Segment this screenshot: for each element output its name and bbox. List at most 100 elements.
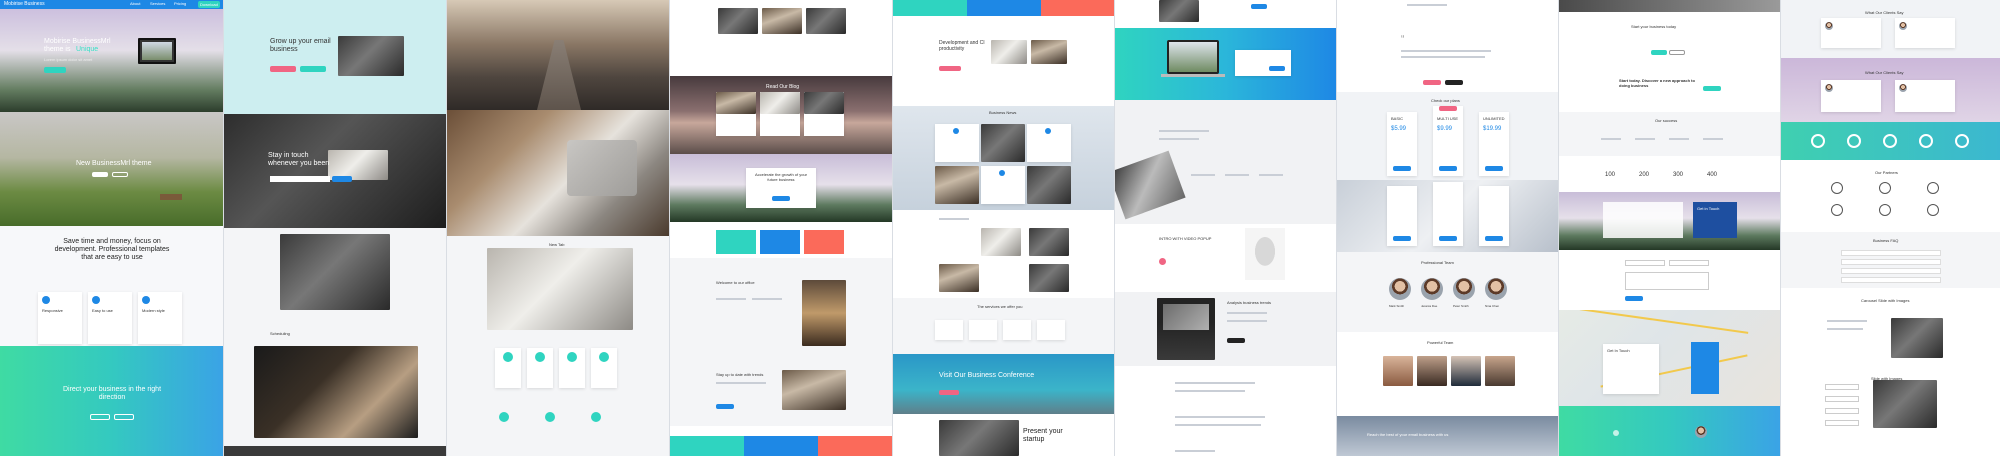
tab-card-1[interactable]	[716, 230, 756, 254]
stay-submit-button[interactable]	[332, 176, 352, 182]
desk-line-4	[1225, 174, 1249, 176]
count-value-3: 300	[1673, 172, 1684, 178]
template-preview-6[interactable]: INTRO WITH VIDEO POPUP Analysis business…	[1115, 0, 1337, 456]
template-preview-5[interactable]: Development and CI productivity Business…	[893, 0, 1115, 456]
bottom-tab-2[interactable]	[744, 436, 818, 456]
start-button[interactable]	[1703, 86, 1721, 91]
conference-button[interactable]	[939, 390, 959, 395]
cta-button-1[interactable]	[90, 414, 110, 420]
top-button[interactable]	[1251, 4, 1267, 9]
clients-title-1: What Our Clients Say	[1865, 10, 1904, 15]
stay-up-button[interactable]	[716, 404, 734, 409]
cta-section: Direct your business in the right direct…	[0, 346, 223, 456]
card-icon-2	[535, 352, 545, 362]
analysis-button[interactable]	[1227, 338, 1245, 343]
desk-line-1	[1159, 130, 1209, 132]
top-tab-1[interactable]	[893, 0, 967, 16]
template-preview-4[interactable]: Read Our Blog Accelerate the growth of y…	[670, 0, 893, 456]
form-input-1[interactable]	[1625, 260, 1665, 266]
menu-item-about[interactable]: About	[130, 1, 140, 6]
blog-card-image-3	[804, 92, 844, 114]
faq-item-4[interactable]	[1841, 277, 1941, 283]
faq-item-2[interactable]	[1841, 259, 1941, 265]
feature-icon-1	[42, 296, 50, 304]
bottom-tab-1[interactable]	[670, 436, 744, 456]
laptop-image	[138, 38, 176, 64]
form-textarea[interactable]	[1625, 272, 1709, 290]
cta-box-text: Start your business today	[1631, 24, 1677, 29]
template-preview-2[interactable]: Grow up your email business Stay in touc…	[224, 0, 447, 456]
carousel-tab-4[interactable]	[1825, 420, 1859, 426]
carousel-tab-3[interactable]	[1825, 408, 1859, 414]
faq-item-1[interactable]	[1841, 250, 1941, 256]
new-theme-button-2[interactable]	[112, 172, 128, 177]
testimonial-button-2[interactable]	[1445, 80, 1463, 85]
service-card-1	[935, 320, 963, 340]
menu-item-services[interactable]: Services	[150, 1, 165, 6]
grow-button-1[interactable]	[270, 66, 296, 72]
cta-box-button-1[interactable]	[1651, 50, 1667, 55]
plan-button-6[interactable]	[1485, 236, 1503, 241]
text-section	[1115, 366, 1336, 456]
partner-logo-6	[1927, 204, 1939, 216]
form-submit-button[interactable]	[1625, 296, 1643, 301]
top-tab-3[interactable]	[1041, 0, 1114, 16]
blog-section: Read Our Blog	[670, 76, 892, 154]
cta-box-section: Start your business today	[1559, 12, 1780, 68]
price-card-1: BASIC $5.99	[1387, 112, 1417, 176]
start-section: Start today. Discover a new approach to …	[1559, 68, 1780, 112]
pricing-title: Check our plans	[1431, 98, 1460, 103]
cta-button-2[interactable]	[114, 414, 134, 420]
template-preview-8[interactable]: Start your business today Start today. D…	[1559, 0, 1781, 456]
form-input-2[interactable]	[1669, 260, 1709, 266]
price-card-6	[1479, 186, 1509, 246]
stay-email-input[interactable]	[270, 176, 330, 182]
plan-button-5[interactable]	[1439, 236, 1457, 241]
cta-box-button-2[interactable]	[1669, 50, 1685, 55]
top-tab-2[interactable]	[967, 0, 1041, 16]
dev-thumb-2	[1031, 40, 1067, 64]
service-card-3	[1003, 320, 1031, 340]
welcome-section: Welcome to our office	[670, 258, 892, 350]
grow-image	[338, 36, 404, 76]
bottom-tab-3[interactable]	[818, 436, 892, 456]
news-card-2	[1027, 124, 1071, 162]
counts-title: Our success	[1655, 118, 1678, 123]
icon-card-3	[559, 348, 585, 388]
play-icon[interactable]	[1159, 258, 1166, 265]
icon-card-4	[591, 348, 617, 388]
new-theme-button-1[interactable]	[92, 172, 108, 177]
plan-button-3[interactable]	[1485, 166, 1503, 171]
template-preview-3[interactable]: New Tab	[447, 0, 670, 456]
tab-card-2[interactable]	[760, 230, 800, 254]
plan-button-4[interactable]	[1393, 236, 1411, 241]
gallery-image	[280, 234, 390, 310]
template-preview-7[interactable]: “ Check our plans BASIC $5.99 MULTI USE …	[1337, 0, 1559, 456]
hero-learn-more-button[interactable]	[44, 67, 66, 73]
plan-button-1[interactable]	[1393, 166, 1411, 171]
blog-card-3	[804, 92, 844, 136]
count-value-4: 400	[1707, 172, 1718, 178]
laptop-hero-card	[1235, 50, 1291, 76]
growth-button[interactable]	[772, 196, 790, 201]
faq-item-3[interactable]	[1841, 268, 1941, 274]
laptop-hero-button[interactable]	[1269, 66, 1285, 71]
carousel-tab-1[interactable]	[1825, 384, 1859, 390]
feature-card-3: Modern style	[138, 292, 182, 344]
carousel-tab-2[interactable]	[1825, 396, 1859, 402]
tab-card-3[interactable]	[804, 230, 844, 254]
template-preview-1[interactable]: Mobirise Business About Services Pricing…	[0, 0, 224, 456]
testimonial-button-1[interactable]	[1423, 80, 1441, 85]
text-line-1	[1175, 382, 1255, 384]
plan-button-2[interactable]	[1439, 166, 1457, 171]
touch-form[interactable]	[1603, 202, 1683, 238]
menu-brand[interactable]: Mobirise Business	[4, 1, 45, 7]
menu-download-button[interactable]: Download	[198, 1, 220, 8]
text-line-3	[1175, 416, 1265, 418]
grow-button-2[interactable]	[300, 66, 326, 72]
menu-item-pricing[interactable]: Pricing	[174, 1, 186, 6]
growth-text: Accelerate the growth of your future bus…	[754, 172, 808, 182]
template-preview-9[interactable]: What Our Clients Say What Our Clients Sa…	[1781, 0, 2000, 456]
dev-button[interactable]	[939, 66, 961, 71]
new-tab-section: New Tab	[447, 236, 669, 456]
